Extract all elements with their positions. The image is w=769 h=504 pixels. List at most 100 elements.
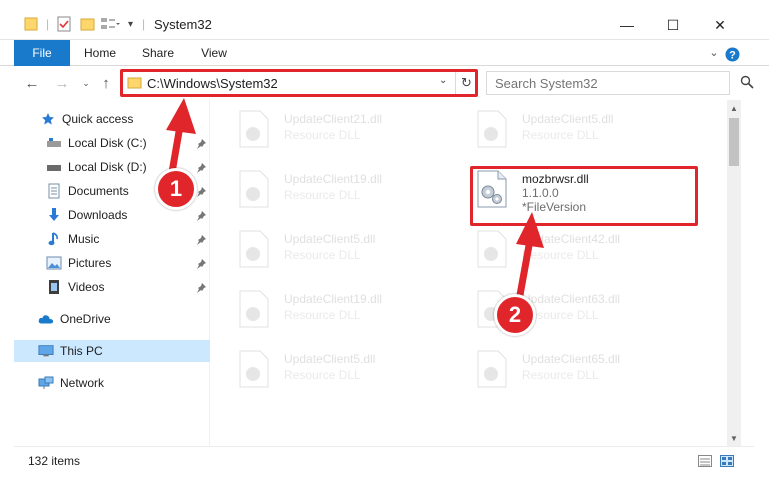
scroll-down-icon[interactable]: ▼ (727, 430, 741, 446)
file-name: UpdateClient5.dll (284, 352, 376, 366)
file-name: UpdateClient5.dll (522, 112, 614, 126)
dll-file-icon (239, 230, 269, 268)
music-note-icon (46, 231, 62, 247)
navigation-bar: ← → ⌄ ↑ C:\Windows\System32 ⌄ ↻ (0, 66, 769, 100)
dll-file-icon (239, 290, 269, 328)
window-title: System32 (154, 17, 212, 32)
sidebar-item-label: Videos (68, 280, 105, 294)
properties-icon[interactable] (56, 14, 72, 34)
folder-icon (24, 14, 38, 34)
expand-ribbon-icon[interactable]: ⌄ (706, 40, 722, 66)
sidebar-item-label: Network (60, 376, 105, 390)
file-item[interactable]: UpdateClient21.dll Resource DLL (226, 102, 446, 154)
file-name: UpdateClient19.dll (284, 172, 383, 186)
file-name: UpdateClient21.dll (284, 112, 383, 126)
back-arrow-icon[interactable]: ← (22, 73, 42, 93)
sidebar-item-network[interactable]: Network (38, 372, 210, 394)
file-description: Resource DLL (522, 128, 599, 142)
monitor-icon (38, 343, 54, 359)
up-arrow-icon[interactable]: ↑ (96, 73, 116, 93)
dll-file-icon (477, 350, 507, 388)
tab-home[interactable]: Home (80, 40, 120, 66)
sidebar-item-this-pc[interactable]: This PC (14, 340, 210, 362)
forward-arrow-icon[interactable]: → (52, 73, 72, 93)
file-description: Resource DLL (284, 308, 361, 322)
help-icon[interactable]: ? (724, 45, 740, 62)
sidebar-item-pictures[interactable]: Pictures (46, 252, 210, 274)
scroll-up-icon[interactable]: ▲ (727, 100, 741, 116)
pin-icon[interactable] (196, 234, 206, 248)
sidebar-item-videos[interactable]: Videos (46, 276, 210, 298)
sidebar-item-music[interactable]: Music (46, 228, 210, 250)
tab-share[interactable]: Share (138, 40, 178, 66)
customize-toolbar-icon[interactable]: ▾ (128, 14, 133, 34)
pictures-icon (46, 255, 62, 271)
film-icon (46, 279, 62, 295)
tab-file[interactable]: File (14, 40, 70, 66)
file-name: UpdateClient19.dll (284, 292, 383, 306)
file-item[interactable]: UpdateClient5.dll Resource DLL (464, 102, 684, 154)
ribbon-tabs: File Home Share View ⌄ ? (0, 40, 769, 66)
sidebar-item-label: This PC (60, 344, 103, 358)
status-bar: 132 items (14, 446, 754, 474)
item-count: 132 items (28, 454, 81, 468)
maximize-button[interactable]: ☐ (650, 10, 696, 40)
close-button[interactable]: ✕ (697, 10, 743, 40)
vertical-scrollbar[interactable]: ▲ ▼ (727, 100, 741, 446)
file-item[interactable]: UpdateClient5.dll Resource DLL (226, 222, 446, 274)
sidebar-item-label: Downloads (68, 208, 128, 222)
file-item[interactable]: UpdateClient19.dll Resource DLL (226, 282, 446, 334)
pin-icon[interactable] (196, 282, 206, 296)
dll-file-icon (239, 350, 269, 388)
file-description: Resource DLL (284, 188, 361, 202)
pin-icon[interactable] (196, 210, 206, 224)
search-input[interactable] (486, 71, 730, 95)
file-item[interactable]: UpdateClient5.dll Resource DLL (226, 342, 446, 394)
sidebar-item-label: OneDrive (60, 312, 111, 326)
file-name: UpdateClient65.dll (522, 352, 621, 366)
file-item[interactable]: UpdateClient65.dll Resource DLL (464, 342, 684, 394)
file-description: Resource DLL (284, 368, 361, 382)
scroll-thumb[interactable] (729, 118, 739, 166)
file-description: Resource DLL (284, 248, 361, 262)
file-item[interactable]: UpdateClient42.dll Resource DLL (464, 222, 684, 274)
drive-icon (46, 135, 62, 151)
file-list-view: UpdateClient21.dll Resource DLL UpdateCl… (212, 100, 727, 446)
network-icon (38, 375, 54, 391)
sidebar-item-label: Music (68, 232, 100, 246)
new-folder-icon[interactable] (80, 14, 96, 34)
file-description: Resource DLL (284, 128, 361, 142)
dll-file-icon (477, 110, 507, 148)
title-bar: | ▾ | System32 — ☐ ✕ (0, 0, 769, 40)
step-badge-2: 2 (494, 294, 536, 336)
separator: | (46, 17, 50, 31)
sidebar-item-label: Documents (68, 184, 129, 198)
dll-file-icon (239, 110, 269, 148)
search-icon[interactable] (740, 75, 754, 92)
download-arrow-icon (46, 207, 62, 223)
file-description: Resource DLL (522, 368, 599, 382)
separator: | (142, 17, 146, 31)
pin-icon[interactable] (196, 258, 206, 272)
sidebar-item-label: Quick access (62, 112, 134, 126)
cloud-icon (38, 311, 54, 327)
tiles-view-icon[interactable] (720, 455, 734, 467)
file-name: UpdateClient5.dll (284, 232, 376, 246)
minimize-button[interactable]: — (604, 10, 650, 40)
tab-view[interactable]: View (196, 40, 232, 66)
documents-icon (46, 183, 62, 199)
pin-icon[interactable] (196, 186, 206, 200)
address-highlight-box (120, 69, 478, 97)
drive-icon (46, 159, 62, 175)
file-item[interactable]: UpdateClient19.dll Resource DLL (226, 162, 446, 214)
sidebar-item-onedrive[interactable]: OneDrive (38, 308, 210, 330)
details-view-icon[interactable] (698, 455, 712, 467)
svg-text:?: ? (729, 50, 736, 62)
star-icon (40, 111, 56, 127)
sidebar-item-label: Pictures (68, 256, 112, 270)
view-options-icon[interactable] (100, 14, 120, 34)
recent-locations-chevron-icon[interactable]: ⌄ (76, 73, 96, 93)
step-badge-1: 1 (155, 168, 197, 210)
dll-file-icon (239, 170, 269, 208)
sidebar-item-label: Local Disk (D:) (68, 160, 147, 174)
